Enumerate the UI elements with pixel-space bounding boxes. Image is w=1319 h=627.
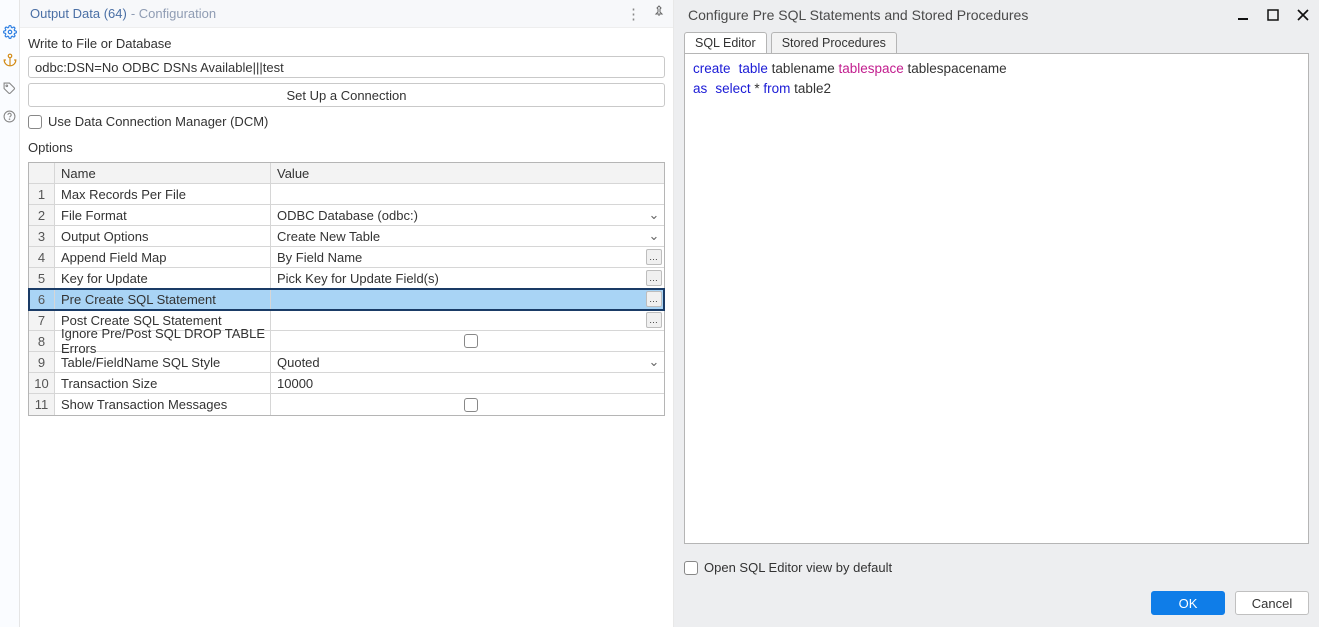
table-row[interactable]: 4Append Field MapBy Field Name… bbox=[29, 247, 664, 268]
option-name: Show Transaction Messages bbox=[55, 394, 271, 415]
col-value: Value bbox=[271, 163, 664, 183]
option-value[interactable] bbox=[271, 184, 664, 204]
option-name: File Format bbox=[55, 205, 271, 225]
table-row[interactable]: 8Ignore Pre/Post SQL DROP TABLE Errors bbox=[29, 331, 664, 352]
dcm-label: Use Data Connection Manager (DCM) bbox=[48, 114, 268, 129]
tab-stored-procedures[interactable]: Stored Procedures bbox=[771, 32, 897, 53]
dialog-title: Configure Pre SQL Statements and Stored … bbox=[688, 7, 1028, 23]
option-value[interactable]: ODBC Database (odbc:)⌄ bbox=[271, 205, 664, 225]
ellipsis-button[interactable]: … bbox=[646, 249, 662, 265]
option-value[interactable]: Pick Key for Update Field(s)… bbox=[271, 268, 664, 288]
option-name: Key for Update bbox=[55, 268, 271, 288]
option-name: Max Records Per File bbox=[55, 184, 271, 204]
help-icon[interactable] bbox=[3, 109, 17, 123]
options-label: Options bbox=[28, 140, 665, 155]
panel-subtitle: - Configuration bbox=[131, 6, 216, 21]
option-name: Transaction Size bbox=[55, 373, 271, 393]
minimize-icon[interactable] bbox=[1237, 9, 1249, 21]
sql-code-editor[interactable]: create table tablename tablespace tables… bbox=[684, 53, 1309, 544]
setup-connection-button[interactable]: Set Up a Connection bbox=[28, 83, 665, 107]
ok-button[interactable]: OK bbox=[1151, 591, 1225, 615]
checkbox[interactable] bbox=[464, 334, 478, 348]
left-header: Output Data (64) - Configuration ⋮ bbox=[20, 0, 673, 28]
option-value[interactable]: 10000 bbox=[271, 373, 664, 393]
option-name: Ignore Pre/Post SQL DROP TABLE Errors bbox=[55, 331, 271, 351]
option-name: Pre Create SQL Statement bbox=[55, 289, 271, 309]
connection-input[interactable]: odbc:DSN=No ODBC DSNs Available|||test bbox=[28, 56, 665, 78]
ellipsis-button[interactable]: … bbox=[646, 270, 662, 286]
panel-title: Output Data (64) bbox=[30, 6, 127, 21]
chevron-down-icon[interactable]: ⌄ bbox=[648, 209, 660, 221]
pin-icon[interactable] bbox=[653, 5, 665, 23]
option-value[interactable]: … bbox=[271, 289, 664, 309]
table-row[interactable]: 10Transaction Size10000 bbox=[29, 373, 664, 394]
option-value[interactable] bbox=[271, 331, 664, 351]
option-value[interactable]: Create New Table⌄ bbox=[271, 226, 664, 246]
option-name: Append Field Map bbox=[55, 247, 271, 267]
chevron-down-icon[interactable]: ⌄ bbox=[648, 230, 660, 242]
open-default-label: Open SQL Editor view by default bbox=[704, 560, 892, 575]
kebab-icon[interactable]: ⋮ bbox=[626, 5, 641, 23]
table-row[interactable]: 6Pre Create SQL Statement… bbox=[29, 289, 664, 310]
open-default-checkbox[interactable] bbox=[684, 561, 698, 575]
option-value[interactable]: Quoted⌄ bbox=[271, 352, 664, 372]
ellipsis-button[interactable]: … bbox=[646, 312, 662, 328]
tabs: SQL Editor Stored Procedures bbox=[684, 32, 1309, 53]
write-label: Write to File or Database bbox=[28, 36, 665, 51]
table-row[interactable]: 5Key for UpdatePick Key for Update Field… bbox=[29, 268, 664, 289]
option-name: Table/FieldName SQL Style bbox=[55, 352, 271, 372]
chevron-down-icon[interactable]: ⌄ bbox=[648, 356, 660, 368]
checkbox[interactable] bbox=[464, 398, 478, 412]
cancel-button[interactable]: Cancel bbox=[1235, 591, 1309, 615]
table-row[interactable]: 3Output OptionsCreate New Table⌄ bbox=[29, 226, 664, 247]
option-value[interactable]: By Field Name… bbox=[271, 247, 664, 267]
col-name: Name bbox=[55, 163, 271, 183]
tag-icon[interactable] bbox=[3, 81, 17, 95]
dialog-titlebar: Configure Pre SQL Statements and Stored … bbox=[674, 0, 1319, 30]
tab-sql-editor[interactable]: SQL Editor bbox=[684, 32, 767, 53]
table-row[interactable]: 1Max Records Per File bbox=[29, 184, 664, 205]
anchor-icon[interactable] bbox=[3, 53, 17, 67]
dcm-checkbox[interactable] bbox=[28, 115, 42, 129]
gear-icon[interactable] bbox=[3, 25, 17, 39]
maximize-icon[interactable] bbox=[1267, 9, 1279, 21]
options-grid: Name Value 1Max Records Per File2File Fo… bbox=[28, 162, 665, 416]
option-value[interactable] bbox=[271, 394, 664, 415]
ellipsis-button[interactable]: … bbox=[646, 291, 662, 307]
table-row[interactable]: 11Show Transaction Messages bbox=[29, 394, 664, 415]
option-value[interactable]: … bbox=[271, 310, 664, 330]
option-name: Output Options bbox=[55, 226, 271, 246]
table-row[interactable]: 9Table/FieldName SQL StyleQuoted⌄ bbox=[29, 352, 664, 373]
table-row[interactable]: 2File FormatODBC Database (odbc:)⌄ bbox=[29, 205, 664, 226]
close-icon[interactable] bbox=[1297, 9, 1309, 21]
